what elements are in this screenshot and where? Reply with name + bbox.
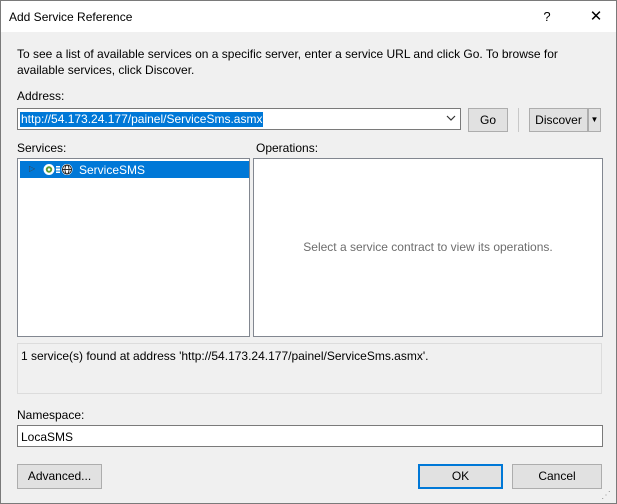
operations-list[interactable]: Select a service contract to view its op… [253,158,603,337]
address-combobox[interactable]: http://54.173.24.177/painel/ServiceSms.a… [17,108,461,130]
toolbar-separator [518,108,519,132]
tree-item-servicesms[interactable]: ▷ ServiceSMS [20,161,249,178]
resize-grip-icon[interactable]: ⋰ [601,490,611,501]
caret-down-icon: ▼ [590,115,599,124]
discover-button[interactable]: Discover [529,108,588,132]
help-button[interactable]: ? [532,1,562,32]
address-input-value[interactable]: http://54.173.24.177/painel/ServiceSms.a… [20,112,264,127]
chevron-down-icon[interactable] [446,112,456,127]
dialog-title: Add Service Reference [9,10,133,24]
tree-item-label: ServiceSMS [79,163,146,177]
ok-button[interactable]: OK [418,464,503,489]
advanced-button[interactable]: Advanced... [17,464,102,489]
operations-label: Operations: [256,141,319,155]
title-bar: Add Service Reference ? ✕ [1,1,616,32]
status-box: 1 service(s) found at address 'http://54… [17,343,602,394]
go-button[interactable]: Go [468,108,508,132]
cancel-button[interactable]: Cancel [512,464,602,489]
instructions-text: To see a list of available services on a… [17,47,558,77]
status-message: 1 service(s) found at address 'http://54… [21,349,429,363]
discover-dropdown-button[interactable]: ▼ [588,108,601,132]
namespace-input[interactable]: LocaSMS [17,425,603,447]
close-button[interactable]: ✕ [578,1,614,32]
address-label: Address: [17,89,65,103]
expand-arrow-icon[interactable]: ▷ [29,164,35,173]
namespace-label: Namespace: [17,408,85,422]
add-service-reference-dialog: Add Service Reference ? ✕ To see a list … [0,0,617,504]
services-label: Services: [17,141,67,155]
namespace-value[interactable]: LocaSMS [21,430,73,444]
services-tree[interactable]: ▷ ServiceSMS [17,158,250,337]
operations-placeholder: Select a service contract to view its op… [303,240,553,254]
service-reference-icon [43,162,75,177]
